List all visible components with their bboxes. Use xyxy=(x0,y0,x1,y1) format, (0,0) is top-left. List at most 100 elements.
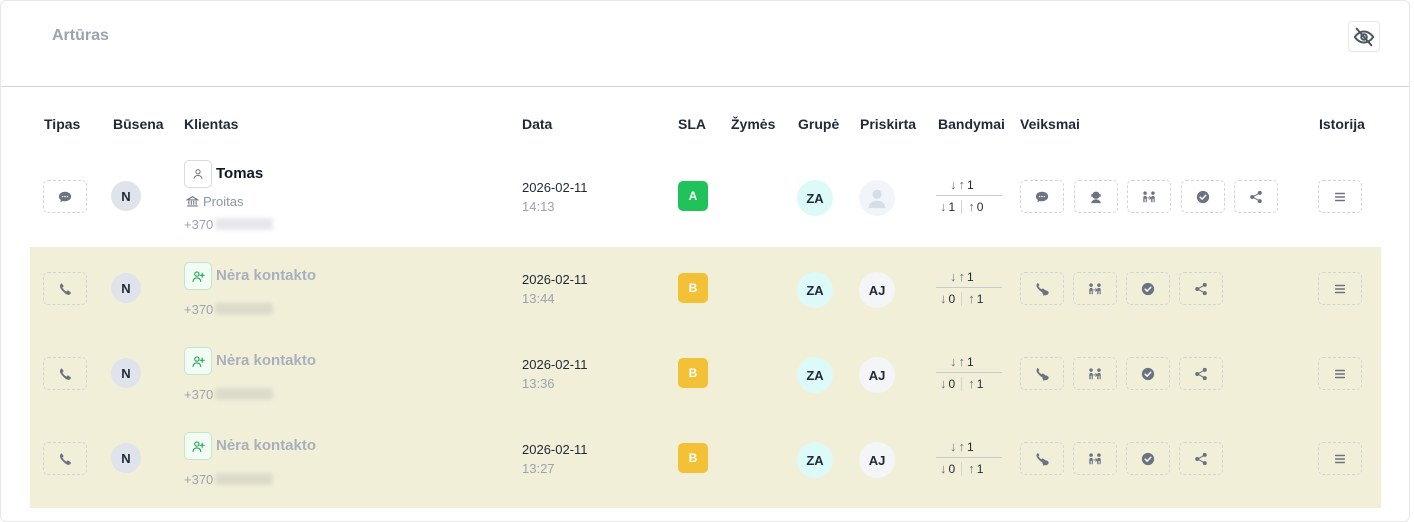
col-header-client[interactable]: Klientas xyxy=(184,116,238,132)
agent-icon xyxy=(1089,190,1103,204)
action-check-circle-button[interactable] xyxy=(1180,180,1225,213)
user-avatar-icon xyxy=(866,187,888,209)
action-callback-button[interactable] xyxy=(1020,442,1064,475)
action-transfer-button[interactable] xyxy=(1073,272,1117,305)
attempts-outbound: ↓ ↑ 1 xyxy=(950,269,974,284)
action-agent-button[interactable] xyxy=(1073,180,1118,213)
group-badge: ZA xyxy=(797,442,833,478)
assignee-avatar[interactable]: AJ xyxy=(859,357,895,393)
action-check-circle-button[interactable] xyxy=(1126,442,1170,475)
transfer-icon xyxy=(1088,367,1102,381)
col-header-sla[interactable]: SLA xyxy=(678,116,706,132)
arrow-down-icon: ↓ xyxy=(950,439,957,454)
client-contact-button[interactable] xyxy=(184,432,212,460)
history-button[interactable] xyxy=(1318,180,1362,213)
attempts-down-count: 0 xyxy=(948,291,956,306)
phone-redacted xyxy=(215,218,274,230)
table-row[interactable]: N Nėra kontakto +370 2026-02-11 13:27 B ZA AJ ↓ ↑… xyxy=(30,417,1381,508)
assignee-avatar[interactable]: AJ xyxy=(859,272,895,308)
col-header-type[interactable]: Tipas xyxy=(44,116,80,132)
client-phone: +370 xyxy=(184,217,274,232)
assignee-avatar[interactable]: AJ xyxy=(859,442,895,478)
col-header-date[interactable]: Data xyxy=(522,116,552,132)
unassigned-avatar[interactable] xyxy=(859,180,895,216)
client-contact-button[interactable] xyxy=(184,262,212,290)
attempts-outbound: ↓ ↑ 1 xyxy=(950,177,974,192)
attempts-inbound: ↓ 0 ↑ 1 xyxy=(940,291,983,306)
status-badge: N xyxy=(111,358,141,388)
type-indicator[interactable] xyxy=(43,357,87,390)
conversation-date: 2026-02-11 xyxy=(522,180,588,195)
client-contact-button[interactable] xyxy=(184,347,212,375)
action-share-button[interactable] xyxy=(1179,357,1223,390)
client-name[interactable]: Nėra kontakto xyxy=(216,267,316,284)
arrow-down-icon: ↓ xyxy=(950,269,957,284)
history-button[interactable] xyxy=(1318,357,1362,390)
table-row[interactable]: N Nėra kontakto +370 2026-02-11 13:44 B ZA AJ ↓ ↑… xyxy=(30,247,1381,332)
action-chat-button[interactable] xyxy=(1020,180,1064,213)
hide-panel-button[interactable] xyxy=(1348,21,1380,52)
attempts-separator xyxy=(961,291,963,306)
attempts-outbound: ↓ ↑ 1 xyxy=(950,439,974,454)
phone-redacted xyxy=(215,303,274,315)
check-circle-icon xyxy=(1196,190,1210,204)
client-phone: +370 xyxy=(184,387,274,402)
action-callback-button[interactable] xyxy=(1020,357,1064,390)
action-share-button[interactable] xyxy=(1179,442,1223,475)
action-callback-button[interactable] xyxy=(1020,272,1064,305)
action-share-button[interactable] xyxy=(1234,180,1278,213)
action-transfer-button[interactable] xyxy=(1073,357,1117,390)
add-contact-icon xyxy=(191,270,205,283)
client-name[interactable]: Tomas xyxy=(216,165,263,182)
arrow-up-icon: ↑ xyxy=(958,354,966,369)
col-header-status[interactable]: Būsena xyxy=(113,116,164,132)
attempts-top-count: 1 xyxy=(967,269,974,284)
share-icon xyxy=(1194,452,1208,466)
check-circle-icon xyxy=(1141,367,1155,381)
phone-icon xyxy=(58,282,72,296)
attempts-divider xyxy=(936,287,1002,288)
col-header-attempts[interactable]: Bandymai xyxy=(938,116,1005,132)
history-icon xyxy=(1333,282,1347,296)
attempts-counter: ↓ ↑ 1 ↓ 0 ↑ 1 xyxy=(936,439,1002,479)
phone-redacted xyxy=(215,388,274,400)
client-name[interactable]: Nėra kontakto xyxy=(216,352,316,369)
action-share-button[interactable] xyxy=(1179,272,1223,305)
action-transfer-button[interactable] xyxy=(1073,442,1117,475)
group-badge: ZA xyxy=(797,357,833,393)
action-check-circle-button[interactable] xyxy=(1126,272,1170,305)
history-button[interactable] xyxy=(1318,272,1362,305)
type-indicator[interactable] xyxy=(43,272,87,305)
history-button[interactable] xyxy=(1318,442,1362,475)
action-transfer-button[interactable] xyxy=(1127,180,1171,213)
col-header-group[interactable]: Grupė xyxy=(798,116,839,132)
client-name[interactable]: Nėra kontakto xyxy=(216,437,316,454)
client-contact-button[interactable] xyxy=(184,160,212,188)
attempts-top-count: 1 xyxy=(967,439,974,454)
conversation-time: 13:36 xyxy=(522,376,555,391)
attempts-up-count: 1 xyxy=(976,376,984,391)
col-header-actions: Veiksmai xyxy=(1020,116,1080,132)
arrow-up-icon: ↑ xyxy=(958,439,966,454)
sla-badge: B xyxy=(678,358,708,388)
share-icon xyxy=(1249,190,1263,204)
building-icon xyxy=(186,195,199,208)
attempts-up-count: 1 xyxy=(976,461,984,476)
attempts-counter: ↓ ↑ 1 ↓ 0 ↑ 1 xyxy=(936,354,1002,394)
conversation-date: 2026-02-11 xyxy=(522,442,588,457)
action-check-circle-button[interactable] xyxy=(1126,357,1170,390)
attempts-down-count: 1 xyxy=(948,199,956,214)
status-badge: N xyxy=(111,181,141,211)
table-row[interactable]: N Nėra kontakto +370 2026-02-11 13:36 B ZA AJ ↓ ↑… xyxy=(30,332,1381,417)
phone-icon xyxy=(58,452,72,466)
attempts-divider xyxy=(936,195,1002,196)
status-badge: N xyxy=(111,443,141,473)
table-row[interactable]: N Tomas Proitas +370 2026-02-11 14:13 A ZA ↓ ↑ 1 ↓ 1… xyxy=(30,147,1381,247)
type-indicator[interactable] xyxy=(43,442,87,475)
arrow-down-icon: ↓ xyxy=(940,291,947,306)
col-header-tags[interactable]: Žymės xyxy=(731,116,775,132)
callback-icon xyxy=(1035,282,1049,296)
col-header-assigned[interactable]: Priskirta xyxy=(860,116,916,132)
type-indicator[interactable] xyxy=(43,180,87,213)
attempts-top-count: 1 xyxy=(967,177,974,192)
